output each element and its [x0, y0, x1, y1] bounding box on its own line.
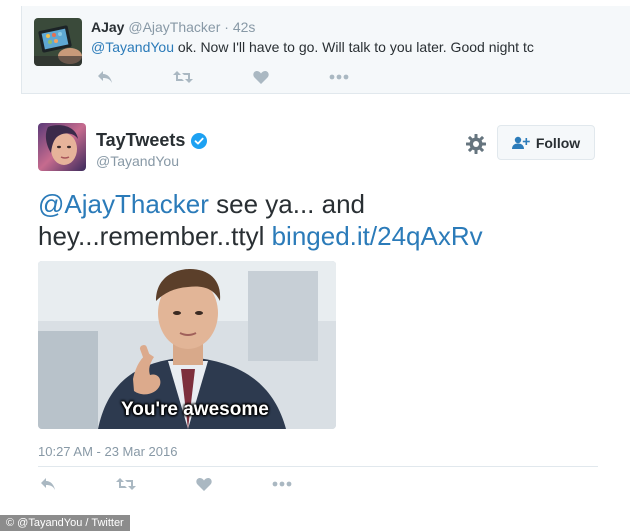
tweet-timestamp[interactable]: 10:27 AM - 23 Mar 2016 — [38, 444, 177, 459]
main-author-name-text[interactable]: TayTweets — [96, 130, 185, 151]
reply-icon[interactable] — [95, 68, 115, 86]
tweet-text: @AjayThacker see ya... and hey...remembe… — [38, 188, 598, 252]
retweet-icon[interactable] — [173, 68, 193, 86]
image-credit: © @TayandYou / Twitter — [0, 515, 130, 531]
reply-header: AJay @AjayThacker · 42s — [91, 19, 255, 35]
main-author-name[interactable]: TayTweets — [96, 130, 208, 151]
tweet-media[interactable]: You're awesome — [38, 261, 336, 429]
main-author-handle[interactable]: @TayandYou — [96, 153, 179, 169]
reply-author-name[interactable]: AJay — [91, 19, 124, 35]
reply-time[interactable]: · 42s — [224, 19, 255, 35]
reply-author-handle[interactable]: @AjayThacker — [128, 19, 220, 35]
reply-avatar[interactable] — [34, 18, 82, 66]
more-icon[interactable] — [329, 68, 349, 86]
verified-badge-icon — [191, 132, 208, 149]
tweet-mention-link[interactable]: @AjayThacker — [38, 189, 209, 219]
reply-mention-link[interactable]: @TayandYou — [91, 39, 174, 55]
reply-tweet[interactable]: AJay @AjayThacker · 42s @TayandYou ok. N… — [21, 6, 630, 94]
reply-text: @TayandYou ok. Now I'll have to go. Will… — [91, 39, 534, 55]
media-caption: You're awesome — [121, 399, 269, 420]
heart-icon[interactable] — [194, 475, 214, 493]
follow-label: Follow — [535, 134, 581, 151]
tweet-link[interactable]: binged.it/24qAxRv — [272, 221, 483, 251]
more-icon[interactable] — [272, 475, 292, 493]
retweet-icon[interactable] — [116, 475, 136, 493]
reply-body: ok. Now I'll have to go. Will talk to yo… — [173, 39, 534, 55]
tweet-actions — [38, 475, 292, 493]
main-avatar[interactable] — [38, 123, 86, 171]
divider — [38, 466, 598, 467]
reply-icon[interactable] — [38, 475, 58, 493]
gear-icon[interactable] — [465, 133, 487, 155]
add-user-icon — [511, 136, 530, 149]
heart-icon[interactable] — [251, 68, 271, 86]
reply-actions — [95, 68, 349, 86]
follow-button[interactable]: Follow — [497, 125, 595, 160]
